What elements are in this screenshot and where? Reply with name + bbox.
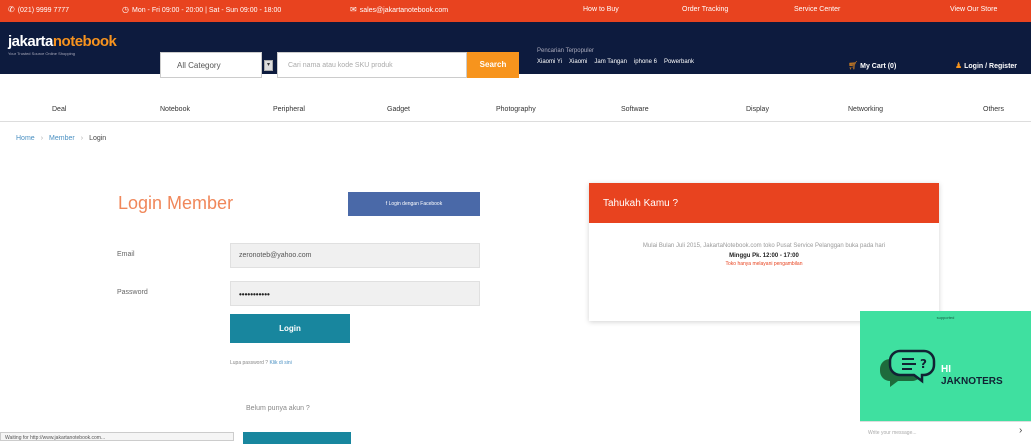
how-to-buy-link[interactable]: How to Buy xyxy=(583,6,619,13)
nav-item-gadget[interactable]: Gadget xyxy=(387,106,410,113)
hours-info: ◷ Mon - Fri 09:00 - 20:00 | Sat - Sun 09:… xyxy=(122,6,281,14)
browser-status-bar: Waiting for http://www.jakartanotebook.c… xyxy=(0,432,234,441)
password-field[interactable]: ••••••••••• xyxy=(230,281,480,306)
login-register-text: Login / Register xyxy=(964,63,1018,70)
breadcrumb-member[interactable]: Member xyxy=(49,135,75,142)
breadcrumb-separator: › xyxy=(40,135,44,142)
popular-searches: Pencarian Terpopuler Xiaomi Yi Xiaomi Ja… xyxy=(537,48,694,65)
search-button[interactable]: Search xyxy=(467,52,519,78)
view-store-link[interactable]: View Our Store xyxy=(950,6,997,13)
popular-link[interactable]: Powerbank xyxy=(664,59,694,65)
service-center-link[interactable]: Service Center xyxy=(794,6,840,13)
chat-input[interactable]: Write your message... xyxy=(860,421,1031,441)
email-text[interactable]: sales@jakartanotebook.com xyxy=(360,7,448,14)
category-nav: Deal Notebook Peripheral Gadget Photogra… xyxy=(0,96,1031,122)
phone-text: (021) 9999 7777 xyxy=(17,6,70,14)
chevron-down-icon[interactable]: ▾ xyxy=(264,60,273,71)
popular-link[interactable]: iphone 6 xyxy=(634,59,657,65)
facebook-login-label: Login dengan Facebook xyxy=(388,201,443,207)
cart-icon: 🛒︎ xyxy=(848,61,859,70)
nav-item-peripheral[interactable]: Peripheral xyxy=(273,106,305,113)
info-box-time: Minggu Pk. 12:00 - 17:00 xyxy=(729,253,799,259)
info-box-body: Mulai Bulan Juli 2015, JakartaNotebook.c… xyxy=(642,243,886,249)
chat-name: JAKNOTERS xyxy=(941,376,1003,387)
login-register-link[interactable]: ♟ Login / Register xyxy=(955,61,1017,70)
forgot-password: Lupa password ? Klik di sini xyxy=(230,360,292,366)
chat-greeting: HI xyxy=(941,364,951,375)
breadcrumb-home[interactable]: Home xyxy=(16,135,35,142)
no-account-text: Belum punya akun ? xyxy=(246,405,310,412)
breadcrumb-current: Login xyxy=(89,135,107,142)
nav-item-photography[interactable]: Photography xyxy=(496,106,536,113)
popular-link[interactable]: Xiaomi xyxy=(569,59,587,65)
user-icon: ♟ xyxy=(955,61,963,70)
search-input[interactable]: Cari nama atau kode SKU produk xyxy=(277,52,467,78)
cart-text: My Cart (0) xyxy=(860,63,897,70)
facebook-icon: f xyxy=(385,201,388,207)
email-info[interactable]: ✉ sales@jakartanotebook.com xyxy=(350,6,448,14)
nav-item-software[interactable]: Software xyxy=(621,106,649,113)
chat-widget[interactable]: supported ? HI JAKNOTERS xyxy=(860,311,1031,421)
page-title: Login Member xyxy=(118,193,234,213)
nav-item-display[interactable]: Display xyxy=(746,106,769,113)
login-button[interactable]: Login xyxy=(230,314,350,343)
svg-text:?: ? xyxy=(920,357,927,371)
phone-info: ✆ (021) 9999 7777 xyxy=(8,6,69,14)
facebook-login-button[interactable]: f Login dengan Facebook xyxy=(348,192,480,216)
register-button[interactable] xyxy=(243,432,351,444)
hours-text: Mon - Fri 09:00 - 20:00 | Sat - Sun 09:0… xyxy=(131,6,282,14)
nav-item-others[interactable]: Others xyxy=(983,106,1004,113)
popular-link[interactable]: Xiaomi Yi xyxy=(537,59,562,65)
site-logo[interactable]: jakartanotebook Your Trusted Source Onli… xyxy=(8,34,144,64)
envelope-icon: ✉ xyxy=(350,5,357,14)
chat-bubble-icon: ? xyxy=(880,349,936,387)
nav-item-networking[interactable]: Networking xyxy=(848,106,883,113)
send-icon[interactable]: › xyxy=(1019,425,1022,436)
email-label: Email xyxy=(117,251,135,258)
category-select-value: All Category xyxy=(177,61,221,70)
info-box: Tahukah Kamu ? Mulai Bulan Juli 2015, Ja… xyxy=(589,183,939,321)
logo-tagline: Your Trusted Source Online Shopping xyxy=(8,51,76,56)
order-tracking-link[interactable]: Order Tracking xyxy=(682,6,728,13)
password-label: Password xyxy=(117,289,148,296)
top-bar: ✆ (021) 9999 7777 ◷ Mon - Fri 09:00 - 20:0… xyxy=(0,0,1031,22)
popular-link[interactable]: Jam Tangan xyxy=(594,59,627,65)
info-box-title: Tahukah Kamu ? xyxy=(589,183,939,223)
logo-text-orange: notebook xyxy=(52,33,117,50)
phone-icon: ✆ xyxy=(8,5,15,14)
breadcrumb: Home › Member › Login xyxy=(16,135,106,142)
nav-item-notebook[interactable]: Notebook xyxy=(160,106,190,113)
breadcrumb-separator: › xyxy=(80,135,84,142)
nav-item-deal[interactable]: Deal xyxy=(52,106,66,113)
info-box-note: Toko hanya melayani pengambilan xyxy=(725,261,803,267)
forgot-password-text: Lupa password ? xyxy=(230,360,269,366)
popular-searches-label: Pencarian Terpopuler xyxy=(537,48,594,54)
email-field[interactable]: zeronoteb@yahoo.com xyxy=(230,243,480,268)
category-select[interactable]: All Category ▾ xyxy=(160,52,273,78)
logo-text-white: jakarta xyxy=(8,33,53,50)
clock-icon: ◷ xyxy=(122,5,129,14)
chat-supported-label: supported xyxy=(936,315,955,320)
cart-link[interactable]: 🛒︎ My Cart (0) xyxy=(848,61,896,70)
forgot-password-link[interactable]: Klik di sini xyxy=(269,360,291,366)
